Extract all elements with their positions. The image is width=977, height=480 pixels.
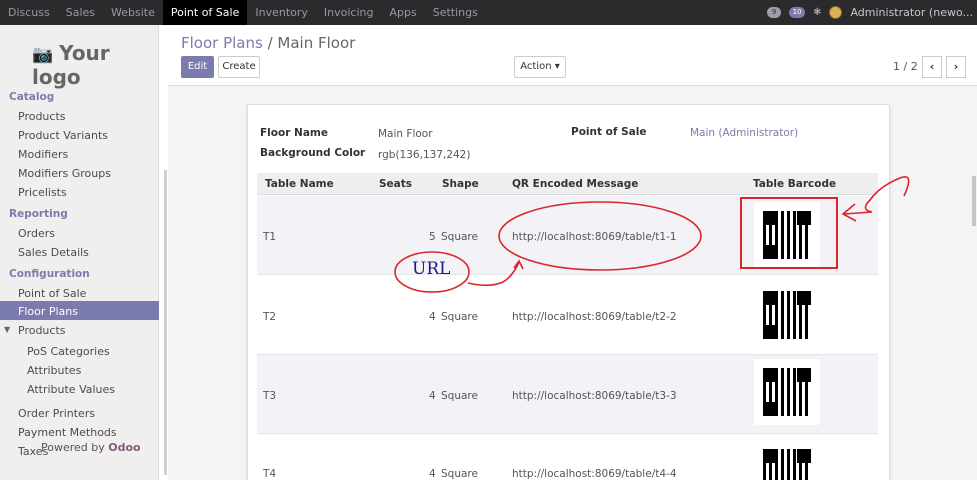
url-annotation-label: URL: [412, 259, 451, 279]
cell-shape: Square: [441, 390, 478, 402]
table-row[interactable]: T1 5 Square http://localhost:8069/table/…: [257, 196, 878, 275]
caret-down-icon[interactable]: ▼: [4, 325, 10, 334]
background-color-label: Background Color: [260, 147, 366, 159]
table-header: Table Name Seats Shape QR Encoded Messag…: [257, 173, 878, 195]
cell-table-name: T3: [263, 390, 277, 402]
sidebar-item-order-printers[interactable]: Order Printers: [18, 407, 95, 420]
cell-qr-message: http://localhost:8069/table/t3-3: [512, 390, 677, 402]
cell-qr-message: http://localhost:8069/table/t2-2: [512, 311, 677, 323]
chat-icon[interactable]: 9: [767, 7, 782, 18]
point-of-sale-label: Point of Sale: [571, 126, 647, 138]
debug-bug-icon[interactable]: ✱: [813, 7, 821, 18]
col-seats[interactable]: Seats: [379, 178, 412, 190]
sidebar-scrollbar[interactable]: [164, 170, 167, 475]
col-table-name[interactable]: Table Name: [265, 178, 334, 190]
sidebar-item-attribute-values[interactable]: Attribute Values: [27, 383, 115, 396]
qr-code-image: [754, 282, 820, 348]
cell-table-name: T1: [263, 231, 277, 243]
sidebar-item-point-of-sale[interactable]: Point of Sale: [18, 287, 86, 300]
floor-name-label: Floor Name: [260, 127, 328, 139]
sidebar-item-sales-details[interactable]: Sales Details: [18, 246, 89, 259]
qr-code-image: [754, 359, 820, 425]
cell-qr-message: http://localhost:8069/table/t1-1: [512, 231, 677, 243]
col-shape[interactable]: Shape: [442, 178, 479, 190]
menu-inventory[interactable]: Inventory: [247, 0, 316, 25]
sidebar-item-products[interactable]: Products: [18, 110, 66, 123]
sidebar: 📷 Your logo Catalog Products Product Vari…: [0, 25, 159, 480]
sidebar-item-products-config[interactable]: Products: [18, 324, 66, 337]
cell-qr-message: http://localhost:8069/table/t4-4: [512, 468, 677, 480]
qr-code-image: [754, 202, 820, 268]
qr-code-icon: [763, 449, 811, 480]
pager-previous-button[interactable]: ‹: [922, 56, 942, 78]
odoo-link[interactable]: Odoo: [108, 441, 140, 454]
breadcrumb-floor-plans[interactable]: Floor Plans: [181, 34, 263, 52]
sidebar-item-product-variants[interactable]: Product Variants: [18, 129, 108, 142]
create-button[interactable]: Create: [218, 56, 260, 78]
breadcrumb-current: Main Floor: [277, 34, 356, 52]
cell-shape: Square: [441, 231, 478, 243]
point-of-sale-link[interactable]: Main (Administrator): [690, 127, 798, 139]
sidebar-section-catalog: Catalog: [9, 91, 55, 103]
col-qr-message[interactable]: QR Encoded Message: [512, 178, 638, 190]
col-table-barcode[interactable]: Table Barcode: [753, 178, 836, 190]
cell-seats: 4: [429, 390, 436, 402]
messages-badge[interactable]: 10: [789, 7, 806, 18]
menu-sales[interactable]: Sales: [58, 0, 103, 25]
sidebar-item-label: Floor Plans: [18, 305, 78, 318]
cell-shape: Square: [441, 311, 478, 323]
sidebar-item-floor-plans[interactable]: Floor Plans: [0, 301, 159, 320]
cell-seats: 4: [429, 468, 436, 480]
sidebar-item-attributes[interactable]: Attributes: [27, 364, 81, 377]
menu-website[interactable]: Website: [103, 0, 163, 25]
sidebar-item-orders[interactable]: Orders: [18, 227, 55, 240]
table-row[interactable]: T2 4 Square http://localhost:8069/table/…: [257, 276, 878, 355]
camera-icon: 📷: [32, 45, 54, 65]
sidebar-section-reporting: Reporting: [9, 208, 68, 220]
sidebar-item-pos-categories[interactable]: PoS Categories: [27, 345, 110, 358]
menu-settings[interactable]: Settings: [425, 0, 486, 25]
cell-seats: 4: [429, 311, 436, 323]
breadcrumb: Floor Plans / Main Floor: [181, 34, 356, 52]
background-color-value: rgb(136,137,242): [378, 149, 471, 161]
sidebar-item-modifiers[interactable]: Modifiers: [18, 148, 68, 161]
edit-button[interactable]: Edit: [181, 56, 214, 78]
sidebar-item-pricelists[interactable]: Pricelists: [18, 186, 67, 199]
pager-next-button[interactable]: ›: [946, 56, 966, 78]
top-menu-bar: Discuss Sales Website Point of Sale Inve…: [0, 0, 977, 25]
cell-table-name: T4: [263, 468, 277, 480]
avatar[interactable]: [829, 6, 843, 19]
qr-code-icon: [763, 368, 811, 416]
sidebar-item-payment-methods[interactable]: Payment Methods: [18, 426, 117, 439]
qr-code-icon: [763, 291, 811, 339]
cell-seats: 5: [429, 231, 436, 243]
menu-discuss[interactable]: Discuss: [0, 0, 58, 25]
cell-shape: Square: [441, 468, 478, 480]
table-row[interactable]: T3 4 Square http://localhost:8069/table/…: [257, 355, 878, 434]
pager-value: 1 / 2: [893, 60, 918, 73]
action-dropdown[interactable]: Action ▾: [514, 56, 566, 78]
company-logo[interactable]: 📷 Your logo: [32, 41, 158, 89]
floor-name-value: Main Floor: [378, 128, 433, 140]
qr-code-icon: [763, 211, 811, 259]
table-row[interactable]: T4 4 Square http://localhost:8069/table/…: [257, 434, 878, 480]
menu-apps[interactable]: Apps: [381, 0, 424, 25]
cell-table-name: T2: [263, 311, 277, 323]
powered-by: Powered by Odoo: [41, 441, 141, 454]
content-scrollbar[interactable]: [972, 176, 976, 226]
menu-invoicing[interactable]: Invoicing: [316, 0, 382, 25]
caret-down-icon: ▾: [554, 61, 560, 72]
sidebar-section-configuration: Configuration: [9, 268, 90, 280]
qr-code-image: [754, 440, 820, 480]
menu-point-of-sale[interactable]: Point of Sale: [162, 0, 248, 25]
sidebar-item-modifiers-groups[interactable]: Modifiers Groups: [18, 167, 111, 180]
user-menu[interactable]: Administrator (newo...: [850, 6, 973, 19]
